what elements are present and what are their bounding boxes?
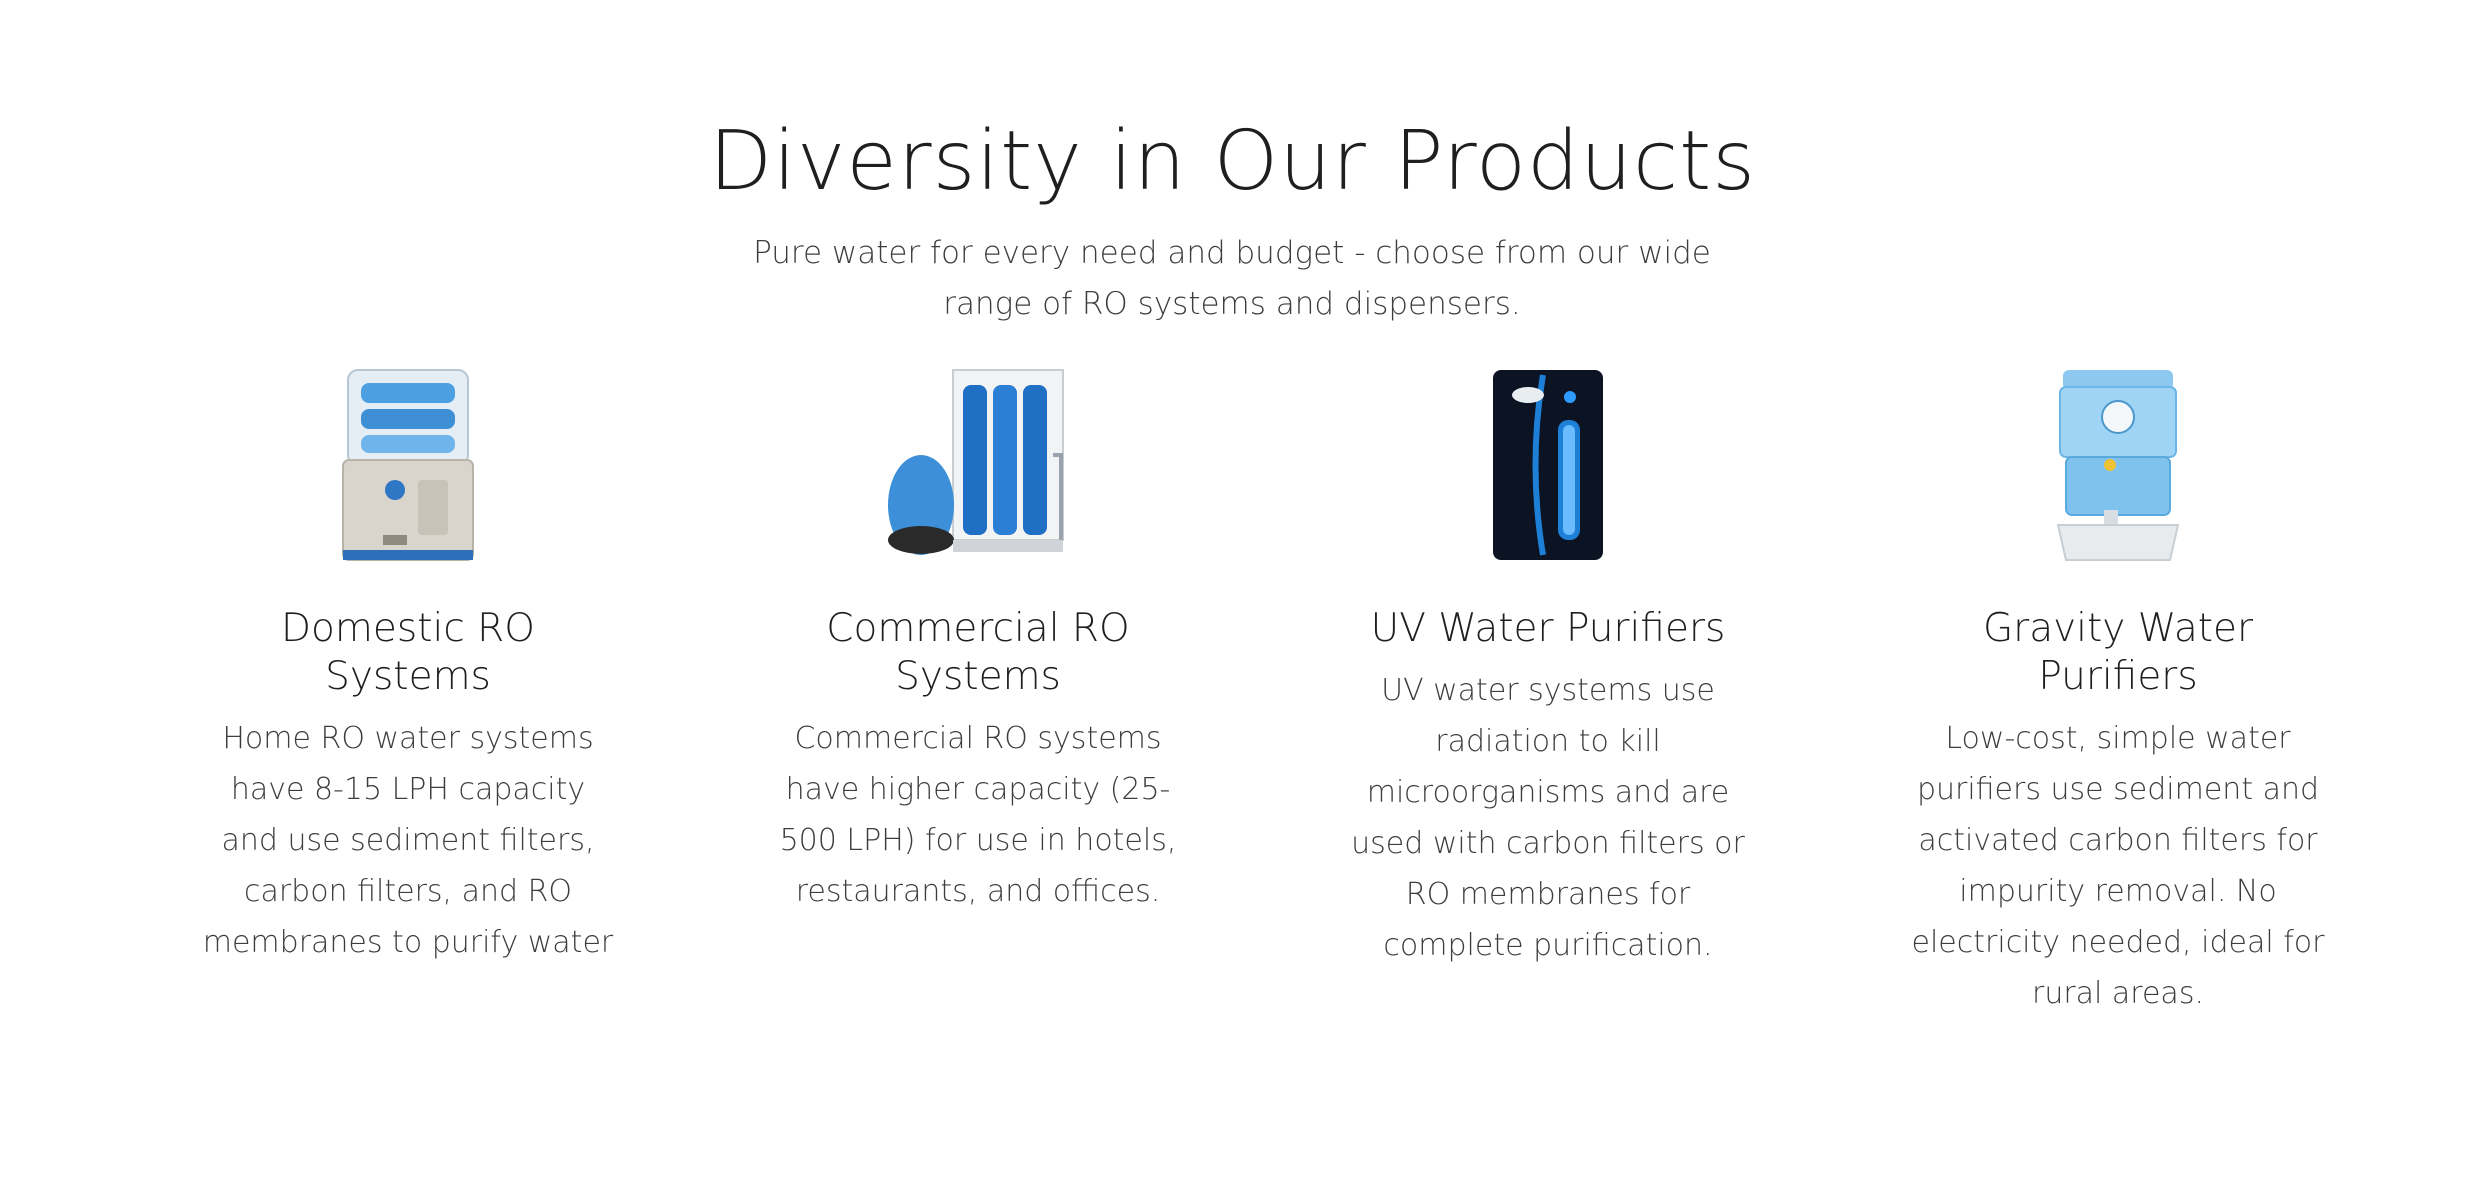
section-heading: Diversity in Our Products: [708, 114, 1757, 209]
product-title: UV Water Purifiers: [1370, 606, 1726, 651]
product-card-domestic-ro: Domestic RO Systems Home RO water system…: [188, 365, 628, 968]
uv-purifier-image: [1328, 365, 1768, 565]
domestic-ro-purifier-image: [188, 365, 628, 565]
product-description: Low-cost, simple water purifiers use sed…: [1911, 721, 2325, 1011]
product-description: Home RO water systems have 8-15 LPH capa…: [202, 721, 614, 960]
gravity-purifier-image: [1898, 365, 2338, 565]
product-title: Gravity Water Purifiers: [1982, 606, 2254, 699]
products-section: Diversity in Our Products Pure water for…: [0, 0, 2465, 1186]
commercial-ro-plant-image: [758, 365, 1198, 565]
product-title: Commercial RO Systems: [826, 606, 1130, 699]
section-subtitle: Pure water for every need and budget - c…: [753, 235, 1711, 322]
product-card-gravity: Gravity Water Purifiers Low-cost, simple…: [1898, 365, 2338, 1019]
product-description: UV water systems use radiation to kill m…: [1351, 673, 1745, 963]
product-card-commercial-ro: Commercial RO Systems Commercial RO syst…: [758, 365, 1198, 917]
product-card-uv: UV Water Purifiers UV water systems use …: [1328, 365, 1768, 971]
product-title: Domestic RO Systems: [281, 606, 535, 699]
product-description: Commercial RO systems have higher capaci…: [779, 721, 1177, 909]
